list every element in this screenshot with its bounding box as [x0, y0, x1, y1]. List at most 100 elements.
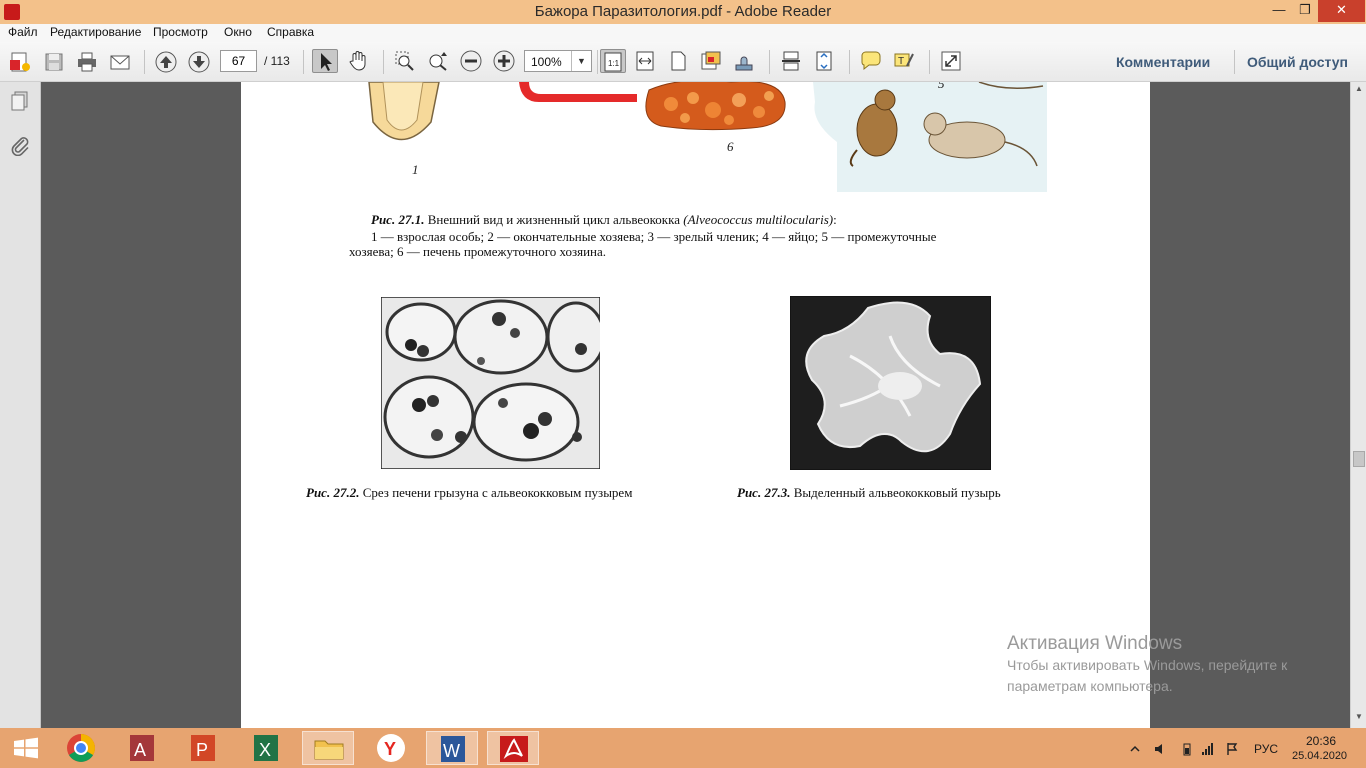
fit-page-icon	[671, 51, 686, 71]
add-comment-button[interactable]	[859, 49, 885, 73]
expand-arrows-icon	[941, 51, 961, 71]
attachments-button[interactable]	[9, 134, 31, 157]
figure-number-5: 5	[938, 82, 945, 91]
navigation-rail	[0, 82, 41, 728]
figure-27-2-caption: Рис. 27.2. Срез печени грызуна с альвеок…	[306, 485, 632, 501]
taskbar-yandex-browser[interactable]: Y	[365, 731, 417, 765]
page-thumbnails-button[interactable]	[9, 90, 31, 112]
excel-icon: X	[254, 735, 278, 761]
figure-27-1-legend-line-1: 1 — взрослая особь; 2 — окончательные хо…	[371, 229, 937, 244]
hand-tool-button[interactable]	[346, 49, 372, 73]
pdf-page: 1 6 5 Рис. 27.1. Внешний вид и жизненный…	[241, 82, 1150, 728]
taskbar-adobe-reader[interactable]	[487, 731, 539, 765]
scrollbar-thumb[interactable]	[1353, 451, 1365, 467]
figure-27-1-title: Внешний вид и жизненный цикл альвеококка	[424, 212, 684, 227]
page-split-icon	[782, 51, 800, 71]
show-hidden-icons-icon[interactable]	[1128, 742, 1142, 756]
svg-text:A: A	[134, 740, 146, 760]
print-button[interactable]	[75, 50, 101, 74]
svg-text:Y: Y	[384, 739, 396, 759]
yandex-browser-icon: Y	[377, 734, 405, 762]
figure-27-2-label: Рис. 27.2.	[306, 485, 360, 500]
svg-text:T: T	[898, 56, 904, 67]
input-language[interactable]: РУС	[1254, 742, 1278, 756]
taskbar-access[interactable]: A	[116, 731, 168, 765]
figure-27-3-text: Выделенный альвеококковый пузырь	[790, 485, 1001, 500]
zoom-level-select[interactable]: 100% ▼	[524, 50, 592, 72]
close-button[interactable]: ✕	[1318, 0, 1365, 22]
arrow-up-circle-icon	[155, 51, 177, 73]
windows-logo-icon	[14, 737, 38, 759]
plus-circle-icon	[493, 50, 515, 72]
page-total: / 113	[264, 54, 290, 68]
maximize-button[interactable]: ❐	[1290, 0, 1320, 22]
activation-watermark-title: Активация Windows	[1007, 633, 1183, 654]
fit-width-button[interactable]	[633, 49, 659, 73]
dynamic-zoom-button[interactable]	[426, 49, 452, 73]
next-page-button[interactable]	[187, 50, 213, 74]
taskbar-chrome[interactable]	[55, 731, 107, 765]
activation-watermark-line-1: Чтобы активировать Windows, перейдите к	[1007, 657, 1288, 673]
create-combine-button[interactable]	[699, 49, 725, 73]
scroll-down-arrow[interactable]: ▼	[1351, 712, 1366, 726]
menu-file[interactable]: Файл	[8, 25, 38, 39]
taskbar-word[interactable]: W	[426, 731, 478, 765]
menu-window[interactable]: Окно	[224, 25, 252, 39]
taskbar-excel[interactable]: X	[240, 731, 292, 765]
fit-page-button[interactable]	[666, 49, 692, 73]
email-button[interactable]	[108, 50, 134, 74]
chevron-down-icon[interactable]: ▼	[571, 51, 591, 71]
stamp-button[interactable]	[732, 49, 758, 73]
activation-watermark-line-2: параметрам компьютера.	[1007, 678, 1173, 694]
read-mode-button[interactable]	[939, 49, 965, 73]
previous-page-button[interactable]	[154, 50, 180, 74]
zoom-out-button[interactable]	[459, 49, 485, 73]
expand-page-icon	[816, 51, 832, 71]
red-arrow-illustration	[519, 82, 637, 102]
printer-icon	[78, 52, 96, 72]
save-button[interactable]	[42, 50, 68, 74]
page-number-input[interactable]	[220, 50, 257, 72]
liver-section-micrograph	[381, 297, 600, 469]
menu-bar: Файл Редактирование Просмотр Окно Справк…	[0, 24, 1366, 42]
comments-panel-link[interactable]: Комментарии	[1116, 54, 1210, 70]
arrow-down-circle-icon	[188, 51, 210, 73]
powerpoint-icon: P	[191, 735, 215, 761]
dynamic-zoom-icon	[429, 52, 447, 71]
svg-text:X: X	[259, 740, 271, 760]
action-center-flag-icon[interactable]	[1225, 742, 1239, 756]
create-pdf-button[interactable]	[8, 50, 34, 74]
word-icon: W	[441, 736, 465, 762]
volume-icon[interactable]	[1153, 742, 1167, 756]
clock-date[interactable]: 25.04.2020	[1292, 750, 1347, 762]
taskbar-file-explorer[interactable]	[302, 731, 354, 765]
rotate-view-button[interactable]	[812, 49, 838, 73]
network-signal-icon[interactable]	[1201, 742, 1215, 756]
share-panel-link[interactable]: Общий доступ	[1247, 54, 1348, 70]
figure-27-1-caption: Рис. 27.1. Внешний вид и жизненный цикл …	[371, 212, 837, 228]
scroll-up-arrow[interactable]: ▲	[1351, 84, 1366, 98]
taskbar-powerpoint[interactable]: P	[177, 731, 229, 765]
figure-27-1-label: Рис. 27.1.	[371, 212, 425, 227]
start-button[interactable]	[0, 731, 52, 765]
zoom-level-value: 100%	[531, 55, 562, 69]
battery-icon[interactable]	[1180, 742, 1194, 756]
menu-edit[interactable]: Редактирование	[50, 25, 141, 39]
vertical-scrollbar[interactable]: ▲ ▼	[1350, 82, 1366, 728]
zoom-in-button[interactable]	[492, 49, 518, 73]
select-tool-button[interactable]	[312, 49, 338, 73]
adobe-reader-icon	[500, 736, 528, 762]
comment-bubble-icon	[861, 51, 881, 71]
intermediate-hosts-illustration	[813, 82, 1047, 192]
clock-time[interactable]: 20:36	[1306, 734, 1336, 748]
actual-size-button[interactable]: 1:1	[600, 49, 626, 73]
page-split-button[interactable]	[779, 49, 805, 73]
paperclip-icon	[11, 137, 29, 157]
marquee-zoom-button[interactable]	[393, 49, 419, 73]
highlighter-icon: T	[894, 53, 914, 67]
menu-help[interactable]: Справка	[267, 25, 314, 39]
menu-view[interactable]: Просмотр	[153, 25, 208, 39]
highlight-text-button[interactable]: T	[892, 49, 918, 73]
window-title: Бажора Паразитология.pdf - Adobe Reader	[534, 3, 832, 20]
stamp-icon	[735, 56, 753, 71]
